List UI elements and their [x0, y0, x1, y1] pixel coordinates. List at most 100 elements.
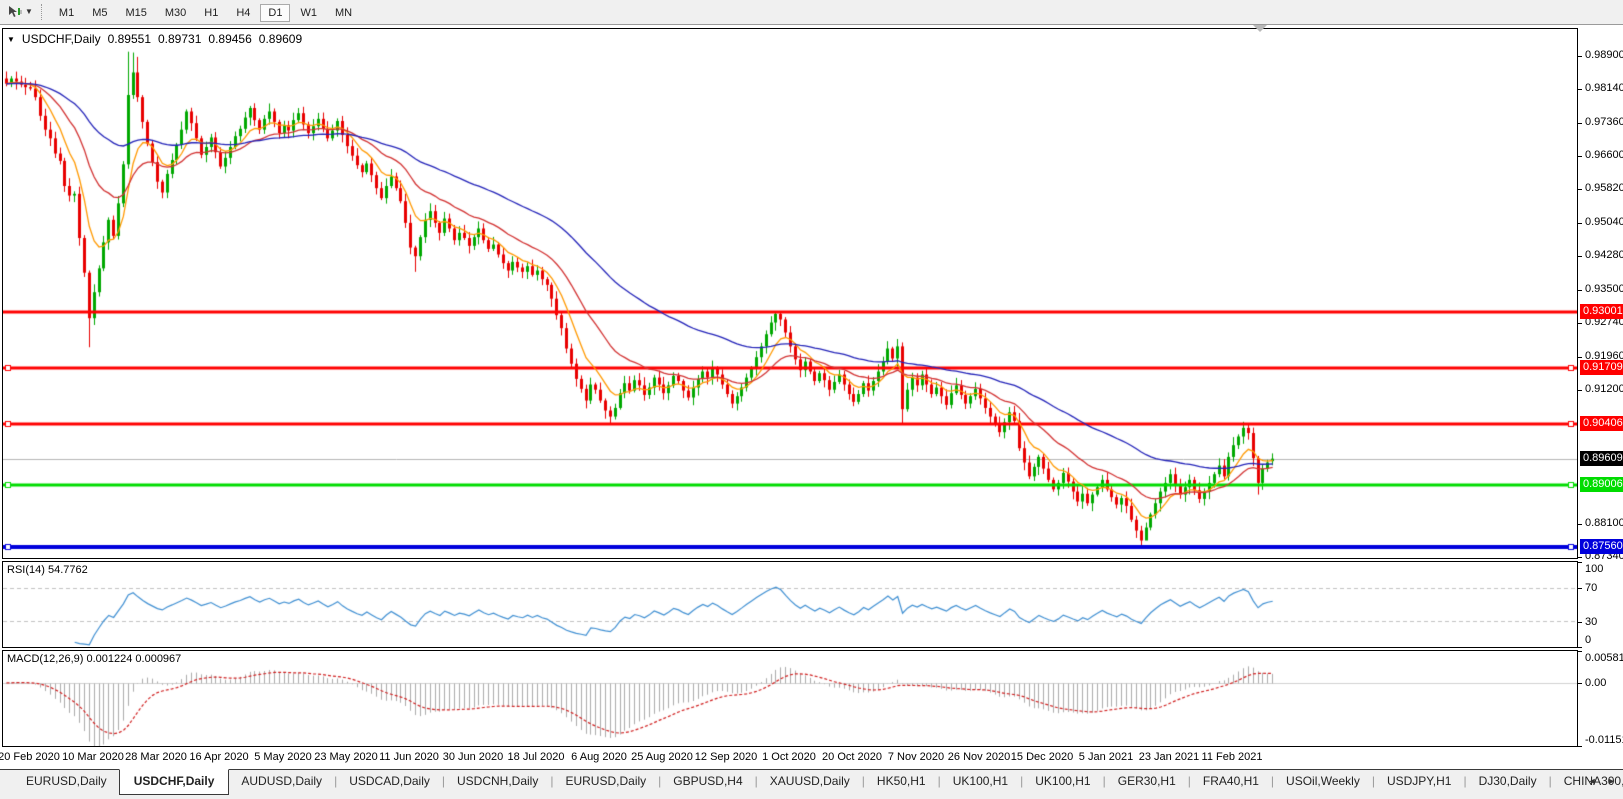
level-price-badge: 0.93001 — [1580, 304, 1623, 319]
axis-tick-mark — [1578, 123, 1582, 124]
dropdown-arrow-icon[interactable]: ▼ — [25, 8, 33, 16]
date-axis-label: 30 Jun 2020 — [443, 751, 504, 763]
date-axis-label: 25 Aug 2020 — [631, 751, 693, 763]
chart-collapse-icon[interactable]: ▼ — [7, 35, 15, 44]
date-axis-label: 11 Jun 2020 — [379, 751, 439, 763]
chart-tab-usdcad-daily[interactable]: USDCAD,Daily — [337, 770, 442, 793]
time-axis[interactable]: 20 Feb 202010 Mar 202028 Mar 202016 Apr … — [2, 748, 1578, 767]
mt4-window: ▼ M1M5M15M30H1H4D1W1MN ▼ USDCHF,Daily 0.… — [0, 0, 1623, 799]
timeframe-button-m30[interactable]: M30 — [157, 4, 194, 22]
axis-tick-mark — [1578, 56, 1582, 57]
ohlc-close: 0.89609 — [259, 32, 302, 46]
chart-tab-usdcnh-daily[interactable]: USDCNH,Daily — [445, 770, 550, 793]
level-price-badge: 0.87560 — [1580, 539, 1623, 554]
axis-tick-mark — [1578, 256, 1582, 257]
macd-canvas[interactable] — [3, 651, 1577, 746]
chart-tab-usdjpy-h1[interactable]: USDJPY,H1 — [1375, 770, 1463, 793]
rsi-axis-label: 100 — [1585, 563, 1603, 575]
axis-tick-mark — [1578, 390, 1582, 391]
date-axis-label: 16 Apr 2020 — [189, 751, 248, 763]
rsi-indicator-panel[interactable] — [2, 561, 1578, 648]
timeframe-button-mn[interactable]: MN — [327, 4, 360, 22]
date-axis-label: 20 Feb 2020 — [0, 751, 60, 763]
tab-scroll-left-icon[interactable]: ◄ — [1588, 776, 1601, 786]
price-chart-canvas[interactable] — [3, 29, 1577, 558]
current-price-badge: 0.89609 — [1580, 451, 1623, 466]
price-axis-label: 0.91200 — [1585, 383, 1623, 395]
date-axis-label: 20 Oct 2020 — [822, 751, 882, 763]
date-axis-label: 18 Jul 2020 — [508, 751, 565, 763]
chart-tab-ger30-h1[interactable]: GER30,H1 — [1106, 770, 1188, 793]
axis-tick-mark — [1578, 588, 1582, 589]
macd-axis-label: 0.00 — [1585, 677, 1606, 689]
axis-tick-mark — [1578, 524, 1582, 525]
price-axis-label: 0.94280 — [1585, 249, 1623, 261]
ohlc-low: 0.89456 — [208, 32, 251, 46]
timeframe-button-h4[interactable]: H4 — [228, 4, 258, 22]
date-axis-label: 26 Nov 2020 — [948, 751, 1010, 763]
axis-tick-mark — [1578, 156, 1582, 157]
timeframe-button-m15[interactable]: M15 — [117, 4, 154, 22]
price-axis-label: 0.96600 — [1585, 149, 1623, 161]
price-axis-label: 0.88100 — [1585, 517, 1623, 529]
date-axis-label: 23 Jan 2021 — [1139, 751, 1200, 763]
axis-tick-mark — [1578, 647, 1582, 648]
date-axis-label: 10 Mar 2020 — [62, 751, 124, 763]
tab-scroll-arrows: ◄ ► — [1588, 776, 1620, 786]
axis-tick-mark — [1578, 89, 1582, 90]
toolbar-grip — [41, 4, 43, 20]
chart-tab-usdchf-daily[interactable]: USDCHF,Daily — [119, 769, 230, 795]
level-price-badge: 0.89006 — [1580, 477, 1623, 492]
price-axis[interactable]: 0.989000.981400.973600.966000.958200.950… — [1578, 0, 1623, 768]
chart-tab-fra40-h1[interactable]: FRA40,H1 — [1191, 770, 1271, 793]
date-axis-label: 15 Dec 2020 — [1011, 751, 1073, 763]
timeframe-button-m1[interactable]: M1 — [51, 4, 82, 22]
timeframe-button-m5[interactable]: M5 — [84, 4, 115, 22]
timeframe-button-h1[interactable]: H1 — [196, 4, 226, 22]
macd-indicator-panel[interactable] — [2, 650, 1578, 747]
price-axis-label: 0.93500 — [1585, 283, 1623, 295]
axis-tick-mark — [1578, 223, 1582, 224]
date-axis-label: 28 Mar 2020 — [125, 751, 187, 763]
date-axis-label: 6 Aug 2020 — [571, 751, 627, 763]
tab-scroll-right-icon[interactable]: ► — [1607, 776, 1620, 786]
rsi-axis-label: 70 — [1585, 582, 1597, 594]
axis-tick-mark — [1578, 323, 1582, 324]
axis-tick-mark — [1578, 357, 1582, 358]
date-axis-label: 1 Oct 2020 — [762, 751, 816, 763]
date-axis-label: 5 May 2020 — [254, 751, 311, 763]
ohlc-open: 0.89551 — [108, 32, 151, 46]
price-chart-panel[interactable] — [2, 28, 1578, 559]
chart-tab-usoil-weekly[interactable]: USOil,Weekly — [1274, 770, 1372, 793]
rsi-axis-label: 30 — [1585, 616, 1597, 628]
date-axis-label: 12 Sep 2020 — [695, 751, 757, 763]
level-price-badge: 0.91709 — [1580, 360, 1623, 375]
timeframe-button-d1[interactable]: D1 — [260, 4, 290, 22]
chart-tab-audusd-daily[interactable]: AUDUSD,Daily — [229, 770, 334, 793]
axis-tick-mark — [1578, 651, 1582, 652]
axis-tick-mark — [1578, 683, 1582, 684]
price-axis-label: 0.97360 — [1585, 116, 1623, 128]
timeframe-button-w1[interactable]: W1 — [292, 4, 325, 22]
chart-tab-eurusd-daily[interactable]: EURUSD,Daily — [553, 770, 658, 793]
axis-tick-mark — [1578, 746, 1582, 747]
chart-tab-bar: EURUSD,DailyUSDCHF,DailyAUDUSD,Daily|USD… — [0, 769, 1623, 799]
date-axis-label: 7 Nov 2020 — [888, 751, 944, 763]
rsi-canvas[interactable] — [3, 562, 1577, 647]
chart-tab-xauusd-daily[interactable]: XAUUSD,Daily — [758, 770, 862, 793]
chart-tab-hk50-h1[interactable]: HK50,H1 — [865, 770, 938, 793]
axis-tick-mark — [1578, 622, 1582, 623]
axis-tick-mark — [1578, 290, 1582, 291]
chart-cursor-tool[interactable]: ▼ — [4, 4, 36, 20]
chart-tab-uk100-h1[interactable]: UK100,H1 — [941, 770, 1020, 793]
chart-shift-marker-icon[interactable] — [1253, 25, 1267, 32]
price-axis-label: 0.98140 — [1585, 82, 1623, 94]
axis-tick-mark — [1578, 557, 1582, 558]
chart-tab-uk100-h1[interactable]: UK100,H1 — [1023, 770, 1102, 793]
chart-tab-gbpusd-h4[interactable]: GBPUSD,H4 — [661, 770, 754, 793]
chart-tab-dj30-daily[interactable]: DJ30,Daily — [1467, 770, 1549, 793]
rsi-axis-label: 0 — [1585, 634, 1591, 646]
timeframe-toolbar: ▼ M1M5M15M30H1H4D1W1MN — [0, 0, 1623, 25]
chart-tab-eurusd-daily[interactable]: EURUSD,Daily — [14, 770, 119, 793]
date-axis-label: 23 May 2020 — [314, 751, 378, 763]
